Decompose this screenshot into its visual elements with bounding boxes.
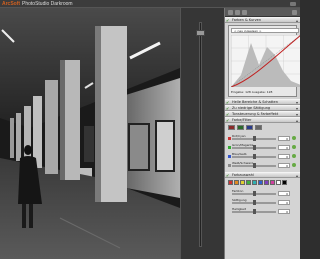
color-sliders: Farbton 0 Sättigung 0 Helligkeit 0 [225, 187, 300, 218]
photo-canvas[interactable] [0, 8, 180, 259]
subway-photo [0, 8, 180, 259]
filter-slider-row[interactable]: Grün/Magenta 0 [228, 143, 297, 152]
panel-tool-icon[interactable] [242, 10, 247, 15]
color-slider-row[interactable]: Farbton 0 [228, 189, 297, 198]
panel-tool-icon[interactable] [235, 10, 240, 15]
palette-swatch[interactable] [276, 180, 281, 185]
slider-thumb[interactable] [252, 163, 256, 168]
section-label: Farbauswahl [232, 173, 254, 177]
slider-thumb[interactable] [252, 200, 256, 205]
zoom-handle[interactable] [196, 30, 205, 36]
color-swatch [228, 164, 231, 167]
preset-swatch[interactable] [228, 125, 235, 130]
window-gripper-icon[interactable] [290, 2, 296, 6]
title-bar: ArcSoft PhotoStudio Darkroom [0, 0, 300, 8]
app-title: PhotoStudio Darkroom [22, 1, 73, 7]
adjustment-panel: ✔ Farben & Kurven ▴ < neu zuweisen > Ein… [224, 8, 300, 259]
palette-swatch[interactable] [240, 180, 245, 185]
curves-editor[interactable]: < neu zuweisen > Eingabe: 128 Ausgabe: 1… [228, 25, 300, 97]
section-filter-header[interactable]: ✔ Farbe/Filter ▴ [225, 117, 300, 123]
panel-close-icon[interactable] [292, 10, 297, 15]
slider-value[interactable]: 0 [278, 200, 290, 205]
reset-icon[interactable] [292, 154, 296, 158]
section-label: Zu niedrige Sättigung [232, 106, 271, 110]
reset-icon[interactable] [292, 145, 296, 149]
zoom-scrollbar[interactable] [180, 8, 224, 259]
section-label: Helle Bereiche & Schatten [232, 100, 278, 104]
slider-value[interactable]: 0 [278, 209, 290, 214]
color-slider-row[interactable]: Helligkeit 0 [228, 207, 297, 216]
zoom-track[interactable] [199, 22, 202, 247]
chevron-up-icon[interactable]: ▴ [296, 118, 298, 122]
color-palette [225, 178, 300, 187]
preset-swatch[interactable] [237, 125, 244, 130]
app-logo: ArcSoft [2, 1, 21, 7]
slider-thumb[interactable] [252, 209, 256, 214]
color-slider-row[interactable]: Sättigung 0 [228, 198, 297, 207]
palette-swatch[interactable] [246, 180, 251, 185]
check-icon[interactable]: ✔ [226, 19, 230, 23]
slider-value[interactable]: 0 [278, 154, 290, 159]
section-label: Farben & Kurven [232, 18, 262, 22]
slider-thumb[interactable] [252, 154, 256, 159]
curve-preset-dropdown[interactable]: < neu zuweisen > [231, 28, 299, 33]
slider-thumb[interactable] [252, 136, 256, 141]
color-swatch [228, 155, 231, 158]
color-swatch [228, 137, 231, 140]
slider-value[interactable]: 0 [278, 145, 290, 150]
filter-presets [225, 123, 300, 132]
section-label: Tonsteuerung & Farbeffekt [232, 112, 279, 116]
palette-swatch[interactable] [228, 180, 233, 185]
filter-slider-row[interactable]: Rot/Cyan 0 [228, 134, 297, 143]
check-icon[interactable]: ✔ [226, 119, 230, 123]
slider-value[interactable]: 0 [278, 136, 290, 141]
filter-sliders: Rot/Cyan 0 Grün/Magenta 0 Blau/Gelb 0 We… [225, 132, 300, 172]
section-color-header[interactable]: ✔ Farbauswahl ▴ [225, 172, 300, 178]
curve-values: Eingabe: 128 Ausgabe: 128 [231, 90, 273, 94]
preset-swatch[interactable] [255, 125, 262, 130]
curve-graph[interactable] [231, 35, 300, 87]
palette-swatch[interactable] [234, 180, 239, 185]
panel-tool-icon[interactable] [228, 10, 233, 15]
slider-value[interactable]: 0 [278, 191, 290, 196]
check-icon[interactable]: ✔ [226, 174, 230, 178]
color-swatch [228, 146, 231, 149]
panel-toolbar [225, 8, 300, 17]
palette-swatch[interactable] [264, 180, 269, 185]
reset-icon[interactable] [292, 136, 296, 140]
palette-swatch[interactable] [282, 180, 287, 185]
section-curves-header[interactable]: ✔ Farben & Kurven ▴ [225, 17, 300, 23]
filter-slider-row[interactable]: Weiß/Schwarz 0 [228, 161, 297, 170]
palette-swatch[interactable] [258, 180, 263, 185]
section-label: Farbe/Filter [232, 118, 252, 122]
chevron-up-icon[interactable]: ▴ [296, 18, 298, 22]
slider-value[interactable]: 0 [278, 163, 290, 168]
slider-thumb[interactable] [252, 191, 256, 196]
palette-swatch[interactable] [252, 180, 257, 185]
chevron-up-icon[interactable]: ▴ [296, 173, 298, 177]
palette-swatch[interactable] [270, 180, 275, 185]
reset-icon[interactable] [292, 163, 296, 167]
slider-thumb[interactable] [252, 145, 256, 150]
preset-swatch[interactable] [246, 125, 253, 130]
filter-slider-row[interactable]: Blau/Gelb 0 [228, 152, 297, 161]
